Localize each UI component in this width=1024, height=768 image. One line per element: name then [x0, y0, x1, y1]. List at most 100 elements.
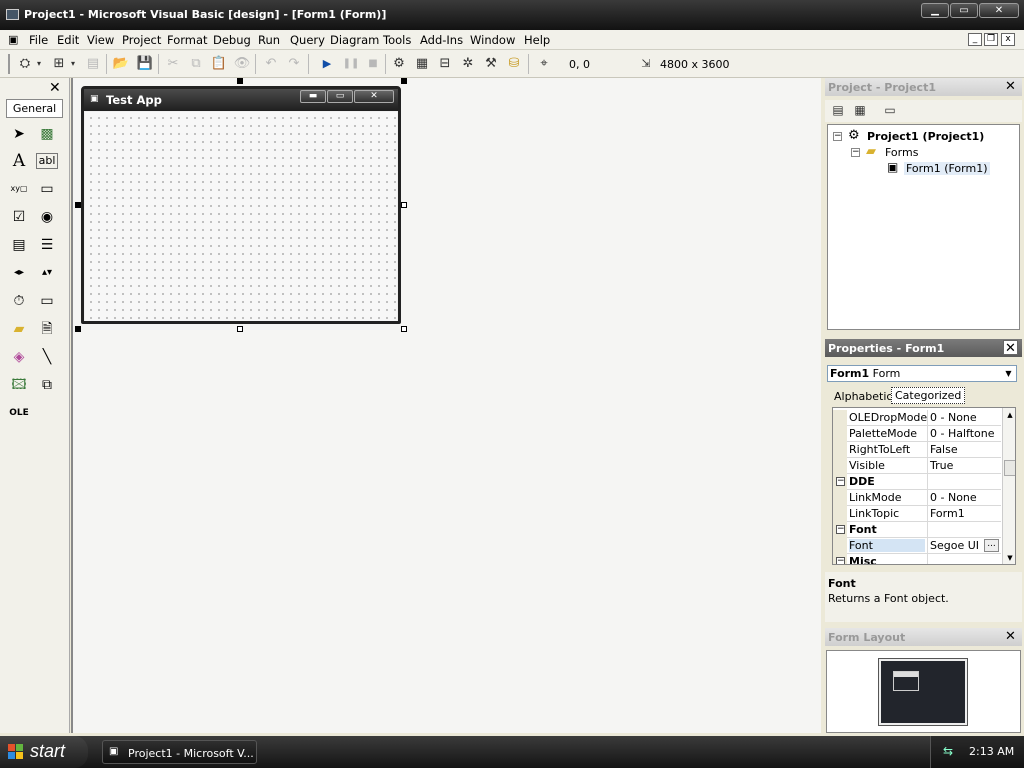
mdi-close-button[interactable]: x: [1001, 33, 1015, 46]
menu-debug[interactable]: Debug: [213, 33, 251, 47]
view-code-icon[interactable]: ▤: [829, 102, 847, 119]
tree-collapse-forms-icon[interactable]: −: [851, 148, 860, 157]
network-icon[interactable]: ⇆: [943, 744, 953, 758]
property-category[interactable]: − Misc: [833, 554, 1001, 564]
commandbutton-tool-icon[interactable]: ▭: [36, 179, 58, 199]
shape-tool-icon[interactable]: ◈: [8, 347, 30, 367]
open-icon[interactable]: 📂: [112, 55, 130, 72]
optionbutton-tool-icon[interactable]: ◉: [36, 207, 58, 227]
image-tool-icon[interactable]: 🖾: [8, 375, 30, 395]
property-grid-scrollbar[interactable]: ▲ ▼: [1002, 408, 1015, 564]
resize-handle-bottom[interactable]: [237, 326, 243, 332]
start-button[interactable]: start: [0, 736, 88, 768]
vb-app-icon[interactable]: [6, 9, 19, 20]
hscrollbar-tool-icon[interactable]: ◂▸: [8, 263, 30, 283]
menu-window[interactable]: Window: [470, 33, 515, 47]
property-value[interactable]: 0 - None: [927, 490, 1001, 506]
resize-handle-right[interactable]: [401, 202, 407, 208]
property-category[interactable]: − Font: [833, 522, 1001, 538]
find-icon[interactable]: 👁: [233, 55, 251, 72]
redo-icon[interactable]: ↷: [285, 55, 303, 72]
collapse-icon[interactable]: −: [836, 557, 845, 564]
object-selector[interactable]: Form1 Form ▼: [827, 365, 1017, 382]
property-row[interactable]: OLEDropMode 0 - None: [833, 410, 1001, 426]
property-row[interactable]: RightToLeft False: [833, 442, 1001, 458]
menu-query[interactable]: Query: [290, 33, 325, 47]
pointer-tool-icon[interactable]: ➤: [8, 124, 30, 144]
paste-icon[interactable]: 📋: [210, 55, 228, 72]
property-category[interactable]: − DDE: [833, 474, 1001, 490]
form-maximize-button[interactable]: ▭: [327, 90, 353, 103]
menu-run[interactable]: Run: [258, 33, 280, 47]
properties-window-icon[interactable]: ▦: [413, 55, 431, 72]
toggle-folders-icon[interactable]: ▭: [881, 102, 899, 119]
undo-icon[interactable]: ↶: [262, 55, 280, 72]
form-grid-area[interactable]: [85, 112, 397, 321]
data-tool-icon[interactable]: ⧉: [36, 375, 58, 395]
view-object-icon[interactable]: ▦: [851, 102, 869, 119]
property-value[interactable]: Form1: [927, 506, 1001, 522]
end-icon[interactable]: ■: [364, 55, 382, 72]
tab-alphabetic[interactable]: Alphabetic: [834, 390, 892, 403]
taskbar-button-vb[interactable]: ▣ Project1 - Microsoft V...: [102, 740, 257, 764]
line-tool-icon[interactable]: ╲: [36, 347, 58, 367]
menu-add-ins[interactable]: Add-Ins: [420, 33, 463, 47]
tab-categorized[interactable]: Categorized: [891, 387, 966, 404]
resize-handle-top-right[interactable]: [401, 78, 407, 84]
add-form-dropdown-icon[interactable]: ▾: [68, 55, 78, 72]
combobox-tool-icon[interactable]: ▤: [8, 235, 30, 255]
scroll-up-icon[interactable]: ▲: [1004, 409, 1015, 421]
tree-collapse-project-icon[interactable]: −: [833, 132, 842, 141]
form-system-menu-icon[interactable]: ▣: [8, 33, 18, 46]
property-row[interactable]: Visible True: [833, 458, 1001, 474]
ellipsis-button[interactable]: ...: [984, 539, 999, 552]
copy-icon[interactable]: ⧉: [187, 55, 205, 72]
frame-tool-icon[interactable]: xy▢: [8, 179, 30, 199]
form-window[interactable]: ▣ Test App ▬ ▭ ✕: [81, 86, 401, 324]
menu-diagram[interactable]: Diagram: [330, 33, 379, 47]
project-explorer-close-icon[interactable]: ✕: [1003, 79, 1018, 94]
ole-tool-icon[interactable]: OLE: [8, 403, 30, 423]
drivelistbox-tool-icon[interactable]: ▭: [36, 291, 58, 311]
vscrollbar-tool-icon[interactable]: ▴▾: [36, 263, 58, 283]
resize-handle-top[interactable]: [237, 78, 243, 84]
menu-editor-icon[interactable]: ▤: [84, 55, 102, 72]
add-project-dropdown-icon[interactable]: ▾: [34, 55, 44, 72]
checkbox-tool-icon[interactable]: ☑: [8, 207, 30, 227]
resize-handle-bottom-right[interactable]: [401, 326, 407, 332]
listbox-tool-icon[interactable]: ☰: [36, 235, 58, 255]
property-row-selected[interactable]: Font Segoe UI...: [833, 538, 1001, 554]
property-row[interactable]: LinkMode 0 - None: [833, 490, 1001, 506]
break-icon[interactable]: ❚❚: [342, 55, 360, 72]
tree-form1-item[interactable]: Form1 (Form1): [904, 162, 990, 175]
menu-help[interactable]: Help: [524, 33, 550, 47]
collapse-icon[interactable]: −: [836, 525, 845, 534]
property-row[interactable]: LinkTopic Form1: [833, 506, 1001, 522]
scroll-thumb[interactable]: [1004, 460, 1015, 476]
scroll-down-icon[interactable]: ▼: [1004, 552, 1015, 564]
project-explorer-title-bar[interactable]: Project - Project1 ✕: [825, 78, 1022, 96]
menu-tools[interactable]: Tools: [383, 33, 411, 47]
properties-close-icon[interactable]: ✕: [1003, 340, 1018, 356]
property-value[interactable]: False: [927, 442, 1001, 458]
property-value[interactable]: True: [927, 458, 1001, 474]
label-tool-icon[interactable]: A: [8, 151, 30, 171]
tree-project-root[interactable]: Project1 (Project1): [867, 130, 984, 143]
filelistbox-tool-icon[interactable]: 🗎: [36, 319, 58, 339]
toolbox-icon[interactable]: ⚒: [482, 55, 500, 72]
tree-forms-folder[interactable]: Forms: [885, 146, 918, 159]
property-row[interactable]: PaletteMode 0 - Halftone: [833, 426, 1001, 442]
dirlistbox-tool-icon[interactable]: ▰: [8, 319, 30, 339]
save-icon[interactable]: 💾: [136, 55, 154, 72]
close-button[interactable]: ✕: [979, 3, 1019, 18]
textbox-tool-icon[interactable]: abl: [36, 153, 58, 169]
form-layout-icon[interactable]: ⊟: [436, 55, 454, 72]
object-browser-icon[interactable]: ✲: [459, 55, 477, 72]
project-explorer-icon[interactable]: ⚙: [390, 55, 408, 72]
property-value[interactable]: 0 - Halftone: [927, 426, 1001, 442]
form-minimize-button[interactable]: ▬: [300, 90, 326, 103]
properties-title-bar[interactable]: Properties - Form1 ✕: [825, 339, 1022, 357]
toolbox-tab-general[interactable]: General: [6, 99, 63, 118]
clock[interactable]: 2:13 AM: [969, 745, 1014, 758]
timer-tool-icon[interactable]: ⏱: [8, 291, 30, 311]
